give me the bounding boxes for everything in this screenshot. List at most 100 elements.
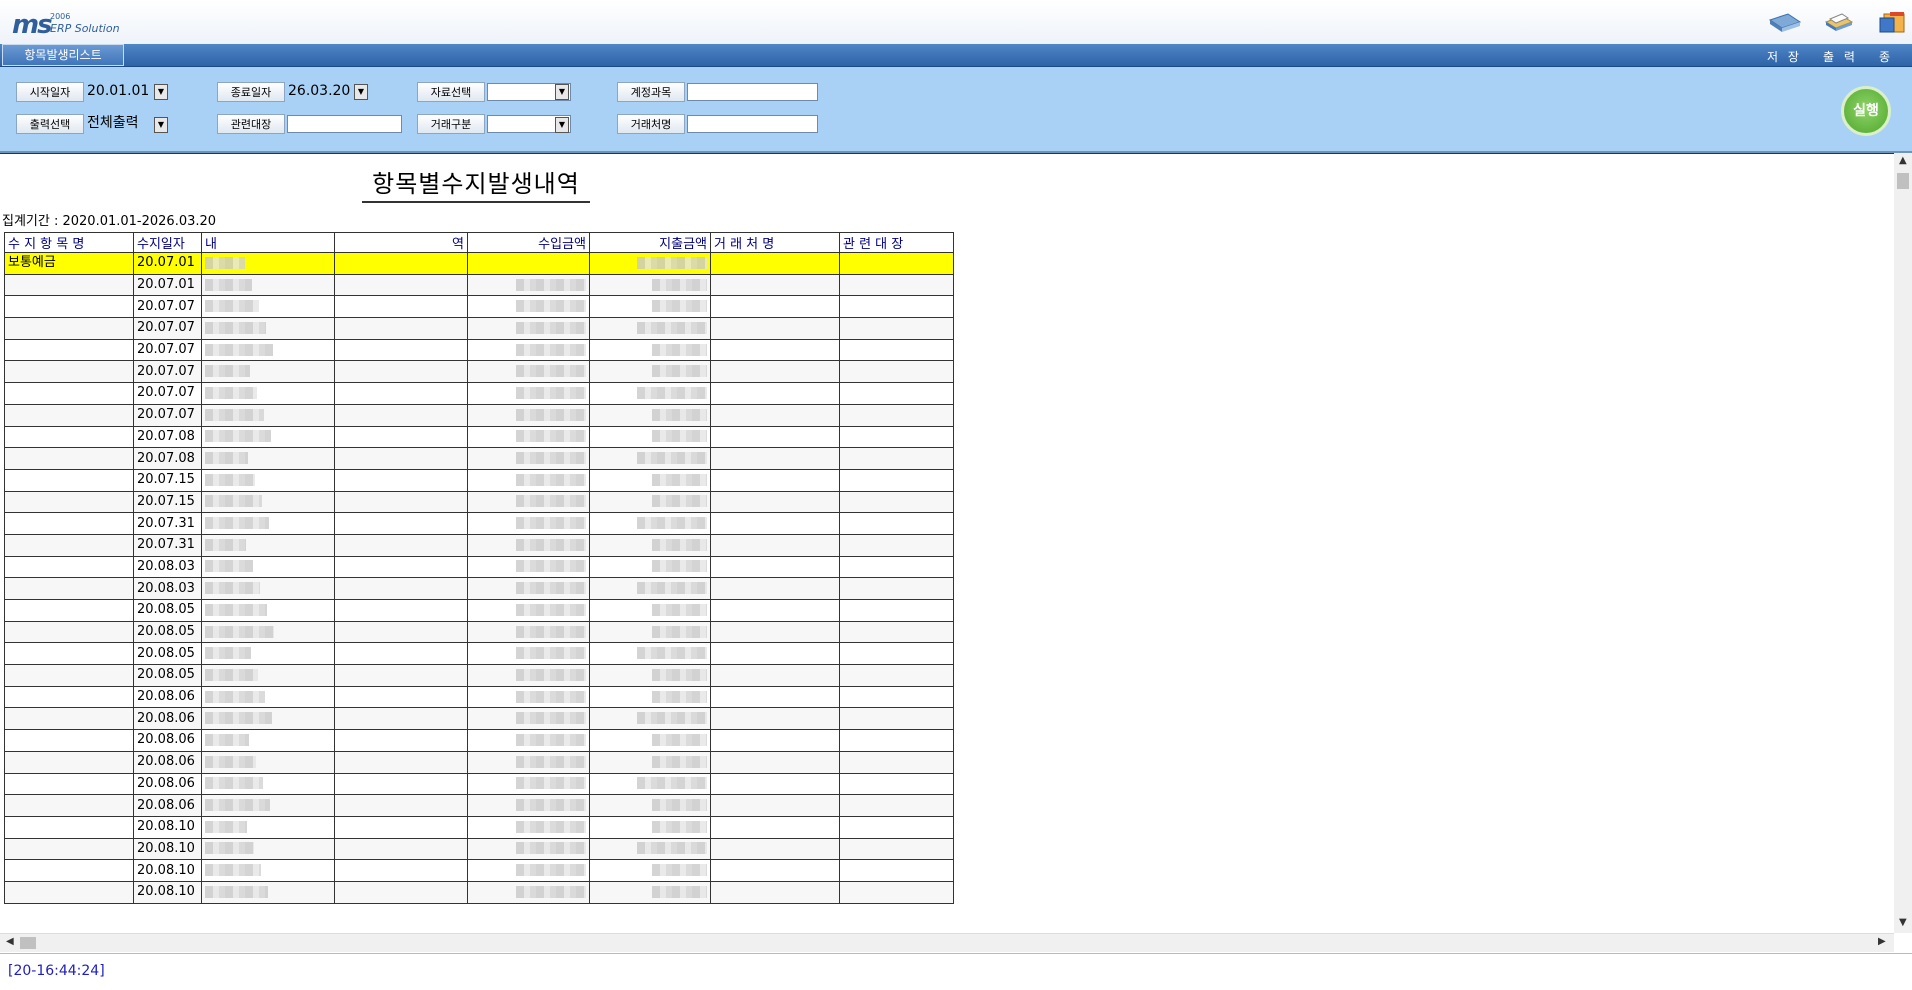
item-name-cell (4, 685, 134, 709)
table-row[interactable]: 20.08.06 (4, 729, 954, 752)
ledger-cell (839, 577, 954, 600)
start-date-dropdown-icon[interactable]: ▼ (154, 84, 168, 100)
client-label[interactable]: 거래처명 (617, 114, 685, 134)
data-select-dropdown-icon[interactable]: ▼ (555, 84, 569, 100)
trade-type-dropdown-icon[interactable]: ▼ (555, 117, 569, 133)
run-button[interactable]: 실행 (1841, 86, 1891, 136)
end-date-label[interactable]: 종료일자 (217, 82, 285, 102)
table-row[interactable]: 20.08.10 (4, 859, 954, 882)
table-row[interactable]: 20.07.31 (4, 533, 954, 557)
table-row[interactable]: 20.07.07 (4, 317, 954, 340)
table-row[interactable]: 20.07.31 (4, 512, 954, 535)
description-cell (334, 512, 468, 535)
start-date-field[interactable]: 20.01.01 (86, 83, 156, 101)
exit-icon[interactable] (1876, 10, 1910, 34)
table-row[interactable]: 20.08.06 (4, 772, 954, 796)
output-select-dropdown-icon[interactable]: ▼ (154, 117, 168, 133)
description-cell (201, 794, 335, 817)
account-label[interactable]: 계정과목 (617, 82, 685, 102)
scroll-down-icon[interactable]: ▼ (1899, 917, 1907, 928)
redacted-block (516, 690, 586, 703)
print-icon[interactable] (1822, 10, 1856, 34)
account-field[interactable] (687, 83, 818, 101)
item-name-cell (4, 468, 134, 492)
description-cell (201, 859, 335, 882)
table-row[interactable]: 20.07.07 (4, 360, 954, 384)
table-row[interactable]: 20.08.05 (4, 642, 954, 666)
table-row[interactable]: 20.08.06 (4, 750, 954, 774)
table-row[interactable]: 20.07.15 (4, 468, 954, 492)
output-select-label[interactable]: 출력선택 (16, 114, 84, 134)
redacted-block (652, 408, 707, 421)
tab-item-list[interactable]: 항목발생리스트 (2, 44, 124, 66)
table-row[interactable]: 20.08.06 (4, 707, 954, 731)
ledger-cell (839, 338, 954, 362)
expense-cell (589, 468, 711, 492)
table-row[interactable]: 20.07.01 (4, 273, 954, 297)
client-field[interactable] (687, 115, 818, 133)
ledger-cell (839, 859, 954, 882)
client-cell (710, 707, 840, 731)
table-row[interactable]: 20.08.10 (4, 815, 954, 839)
ledger-cell (839, 533, 954, 557)
expense-cell (589, 577, 711, 600)
table-row[interactable]: 20.07.07 (4, 382, 954, 405)
description-cell (201, 620, 335, 644)
date-cell: 20.08.05 (133, 599, 202, 622)
table-row[interactable]: 20.07.07 (4, 403, 954, 427)
income-cell (467, 295, 590, 319)
table-row[interactable]: 20.08.10 (4, 837, 954, 861)
item-name-cell (4, 577, 134, 600)
redacted-block (205, 603, 267, 616)
ledger-cell (839, 252, 954, 275)
horizontal-scrollbar[interactable]: ◀ ▶ (0, 933, 1894, 952)
description-cell (334, 273, 468, 297)
redacted-block (205, 733, 249, 746)
scroll-right-icon[interactable]: ▶ (1878, 936, 1886, 947)
client-cell (710, 533, 840, 557)
redacted-block (205, 256, 245, 269)
table-row[interactable]: 20.07.15 (4, 490, 954, 514)
table-row[interactable]: 20.08.06 (4, 685, 954, 709)
client-cell (710, 642, 840, 666)
ledger-cell (839, 620, 954, 644)
data-select-label[interactable]: 자료선택 (417, 82, 485, 102)
redacted-block (516, 386, 586, 399)
ledger-cell (839, 403, 954, 427)
end-date-dropdown-icon[interactable]: ▼ (354, 84, 368, 100)
date-cell: 20.07.08 (133, 425, 202, 449)
date-cell: 20.08.05 (133, 642, 202, 666)
item-name-cell (4, 425, 134, 449)
description-cell (334, 599, 468, 622)
save-icon[interactable] (1768, 10, 1802, 34)
output-select-field[interactable]: 전체출력 (86, 115, 156, 133)
end-date-field[interactable]: 26.03.20 (287, 83, 357, 101)
table-row[interactable]: 20.08.06 (4, 794, 954, 817)
ledger-field[interactable] (287, 115, 402, 133)
table-row[interactable]: 20.08.05 (4, 599, 954, 622)
vertical-scroll-thumb[interactable] (1897, 173, 1909, 189)
print-menu-label[interactable]: 출 력 (1823, 48, 1858, 65)
client-cell (710, 512, 840, 535)
table-row[interactable]: 20.08.05 (4, 664, 954, 687)
table-row[interactable]: 20.07.07 (4, 295, 954, 319)
table-row[interactable]: 20.08.03 (4, 577, 954, 600)
table-row[interactable]: 20.07.08 (4, 447, 954, 470)
description-cell (334, 794, 468, 817)
scroll-up-icon[interactable]: ▲ (1899, 155, 1907, 166)
horizontal-scroll-thumb[interactable] (20, 937, 36, 949)
table-row[interactable]: 20.07.07 (4, 338, 954, 362)
table-row[interactable]: 20.07.08 (4, 425, 954, 449)
table-row[interactable]: 20.08.05 (4, 620, 954, 644)
scroll-left-icon[interactable]: ◀ (6, 936, 14, 947)
table-row[interactable]: 20.08.10 (4, 880, 954, 904)
table-row[interactable]: 보통예금 20.07.01 (4, 252, 954, 275)
trade-type-label[interactable]: 거래구분 (417, 114, 485, 134)
start-date-label[interactable]: 시작일자 (16, 82, 84, 102)
ledger-label[interactable]: 관련대장 (217, 114, 285, 134)
save-menu-label[interactable]: 저 장 (1767, 48, 1802, 65)
table-row[interactable]: 20.08.03 (4, 555, 954, 579)
vertical-scrollbar[interactable]: ▲ ▼ (1894, 153, 1912, 933)
client-cell (710, 729, 840, 752)
redacted-block (637, 321, 707, 334)
